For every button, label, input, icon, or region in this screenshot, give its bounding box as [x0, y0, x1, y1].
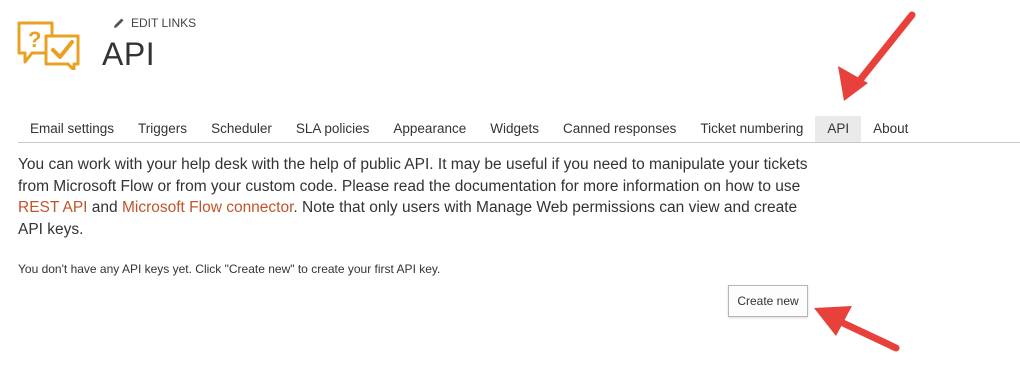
tab-ticket-numbering[interactable]: Ticket numbering — [688, 116, 815, 142]
pencil-icon — [114, 18, 124, 28]
create-new-button[interactable]: Create new — [728, 285, 808, 317]
edit-links-button[interactable]: EDIT LINKS — [113, 16, 196, 30]
tab-sla-policies[interactable]: SLA policies — [284, 116, 382, 142]
settings-tabs: Email settings Triggers Scheduler SLA po… — [18, 116, 1020, 143]
edit-links-label: EDIT LINKS — [131, 16, 197, 30]
description-text: You can work with your help desk with th… — [18, 156, 808, 195]
annotation-arrow-icon — [838, 11, 916, 101]
tab-widgets[interactable]: Widgets — [478, 116, 551, 142]
tab-api[interactable]: API — [815, 116, 862, 142]
tab-email-settings[interactable]: Email settings — [18, 116, 126, 142]
tab-appearance[interactable]: Appearance — [381, 116, 478, 142]
svg-text:?: ? — [28, 27, 41, 52]
microsoft-flow-connector-link[interactable]: Microsoft Flow connector — [122, 199, 293, 216]
page-title: API — [102, 36, 156, 72]
tab-scheduler[interactable]: Scheduler — [199, 116, 284, 142]
description-text-and: and — [87, 199, 122, 216]
rest-api-link[interactable]: REST API — [18, 199, 88, 216]
no-api-keys-note: You don't have any API keys yet. Click "… — [18, 262, 441, 276]
tab-canned-responses[interactable]: Canned responses — [551, 116, 688, 142]
api-description: You can work with your help desk with th… — [18, 154, 818, 240]
tab-about[interactable]: About — [861, 116, 920, 142]
tab-triggers[interactable]: Triggers — [126, 116, 199, 142]
annotation-arrow-icon — [814, 306, 900, 352]
app-logo-icon: ? — [17, 21, 80, 70]
